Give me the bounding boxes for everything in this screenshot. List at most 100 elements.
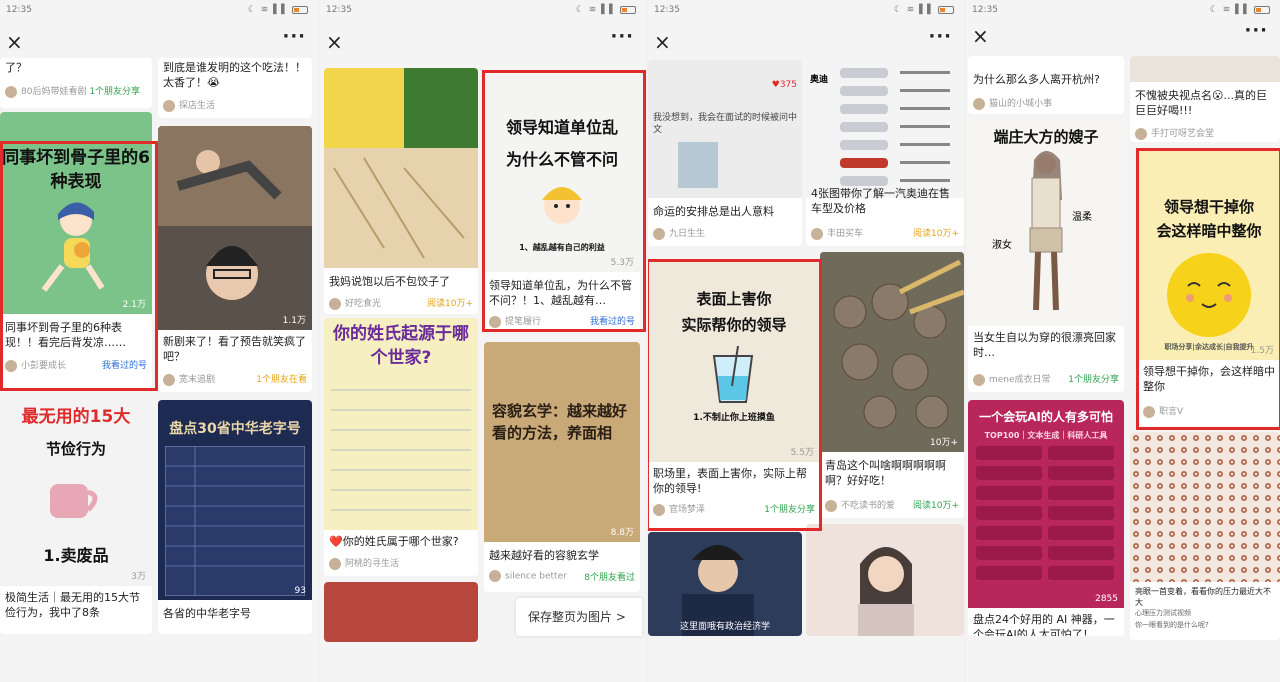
card-meta: 提笔履行 我看过的号 [489,314,635,328]
close-icon[interactable]: × [326,30,343,54]
card-meta: 手打可呀艺会堂 [1135,126,1275,140]
card-image: 你的姓氏起源于哪个世家? [324,318,478,530]
card-meta: 九日生生 [653,226,797,240]
view-count: 2855 [1095,594,1118,604]
close-icon[interactable]: × [972,24,989,48]
image-subtitle: 节俭行为 [45,440,106,458]
cartoon-girl-illustration [41,202,105,292]
status-bar: 12:35 ☾ ≋ ▌▌ [0,0,318,24]
more-icon[interactable]: ··· [928,26,952,47]
card-image [806,524,964,636]
dumpling-filling-photo [324,68,478,268]
cartoon-face-icon [542,187,582,224]
card-caption: 各省的中华老字号 [163,607,251,620]
feed-card[interactable]: 亮眼一首变着，看看你的压力最近大不大 心理压力测试视频 你一眼看到的是什么呢? [1130,432,1280,640]
feed-card[interactable]: 奥迪 4张图带你了解一汽奥迪在售车型及价格 丰田买车 阅读10万+ [806,60,964,246]
view-count: 8.8万 [610,528,634,538]
feed-card[interactable]: 容貌玄学：越来越好看的方法，养面相 8.8万 越来越好看的容貌玄学 silenc… [484,342,640,592]
image-title: 最无用的15大 [21,407,131,427]
feed-card[interactable]: 你的姓氏起源于哪个世家? ❤️你的姓氏属于哪个世家? 阿桃的寻生活 [324,318,478,576]
card-caption: 青岛这个叫啥啊啊啊啊啊啊？好好吃！ [825,459,946,487]
card-meta: 猫山的小城小事 [973,96,1119,110]
status-time: 12:35 [6,5,32,15]
top-nav: × ··· [966,20,1280,52]
status-time: 12:35 [326,5,352,15]
card-meta: 不吃读书的爱 阅读10万+ [825,498,959,512]
image-text: 1、越乱越有自己的利益 [519,243,605,252]
feed-card[interactable]: 了？ 80后妈带娃看剧 1个朋友分享 [0,58,152,108]
feed-card[interactable]: 10万+ 青岛这个叫啥啊啊啊啊啊啊？好好吃！ 不吃读书的爱 阅读10万+ [820,252,964,518]
more-icon[interactable]: ··· [282,26,306,47]
card-meta: 好吃食光 阅读10万+ [329,296,473,310]
avatar [973,97,985,110]
card-meta: 80后妈带娃看剧 1个朋友分享 [5,84,147,98]
water-glass-icon [712,346,754,403]
status-time: 12:35 [972,5,998,15]
more-icon[interactable]: ··· [1244,20,1268,41]
status-icons: ☾ ≋ ▌▌ [1210,5,1270,15]
feed-card[interactable]: 不愧被央视点名😮...真的巨巨巨好喝!!! 手打可呀艺会堂 [1130,56,1280,142]
avatar [329,297,341,310]
image-title: 端庄大方的嫂子 [993,128,1099,146]
feed-card[interactable]: 同事坏到骨子里的6种表现 2.1万 同事坏到骨子里的6种表现！！看完后背发凉……… [0,112,152,388]
status-bar: 12:35 ☾ ≋ ▌▌ [320,0,646,24]
feed-card[interactable]: 到底是谁发明的这个吃法！！太香了！😭 探店生活 [158,58,312,118]
image-subtitle: 会这样暗中整你 [1156,222,1262,240]
drama-still-photo [158,126,312,330]
close-icon[interactable]: × [6,30,23,54]
feed-card[interactable]: 最无用的15大 节俭行为 1.卖废品 3万 极简生活｜最无用的15大节俭行为，我… [0,394,152,634]
avatar [653,503,665,516]
view-count: 93 [294,586,306,596]
battery-icon [938,5,954,14]
feed-card[interactable]: 一个会玩AI的人有多可怕 TOP100｜文本生成｜科研人工具 2855 盘点24… [968,400,1124,636]
image-title: 表面上害你 [696,290,772,308]
feed-card[interactable]: 领导想干掉你 会这样暗中整你 职场分享|余达成长|自我提升 1.5万 领导想干掉… [1138,150,1280,426]
battery-icon [620,5,636,14]
card-meta: 阿桃的寻生活 [329,556,473,570]
status-time: 12:35 [654,5,680,15]
feed-card[interactable]: 表面上害你 实际帮你的领导 1.不制止你上班摸鱼 5.5万 职场里，表面上害你，… [648,262,820,528]
tag-label: 温柔 [1072,212,1092,223]
card-meta: 小彭要成长 我看过的号 [5,358,147,372]
avatar [5,359,17,372]
battery-icon [1254,5,1270,14]
feed-card[interactable]: 1.1万 新剧来了！看了预告就笑疯了吧？ 宽末追剧 1个朋友在看 [158,126,312,392]
card-meta: silence better 8个朋友看过 [489,570,635,584]
view-count: 2.1万 [122,300,146,310]
card-image [1130,56,1280,82]
card-caption: 极简生活｜最无用的15大节俭行为，我中了8条 [5,591,140,619]
car-list-graphic [840,68,950,186]
save-page-as-image-button[interactable]: 保存整页为图片 > [516,598,642,636]
top-nav: × ··· [320,26,646,58]
avatar [489,315,501,328]
image-title: 盘点30省中华老字号 [169,421,301,437]
view-count: 5.5万 [790,448,814,458]
phone-screen-2: 12:35 ☾ ≋ ▌▌ × ··· 我妈说饱以后不包饺子了 好吃食光 阅读10万+ … [320,0,646,682]
feed-card[interactable] [806,524,964,636]
feed-card[interactable]: 盘点30省中华老字号 93 各省的中华老字号 [158,400,312,634]
feed-card[interactable]: 领导知道单位乱 为什么不管不问 1、越乱越有自己的利益 5.3万 领导知道单位乱… [484,72,640,330]
card-meta: mene成衣日常 1个朋友分享 [973,372,1119,386]
feed-card[interactable]: 端庄大方的嫂子 淑女 温柔 当女生自以为穿的很漂亮回家时… mene成衣日常 1个… [968,120,1124,392]
feed-card[interactable]: 我妈说饱以后不包饺子了 好吃食光 阅读10万+ [324,68,478,314]
avatar [825,499,837,512]
close-icon[interactable]: × [654,30,671,54]
card-meta: 官场梦泽 1个朋友分享 [653,502,815,516]
optical-illusion-pattern [1130,432,1280,582]
card-image: 这里面哦有政治经济学 [648,532,802,636]
card-caption: 新剧来了！看了预告就笑疯了吧？ [163,335,306,363]
status-icons: ☾ ≋ ▌▌ [894,5,954,15]
image-title: 一个会玩AI的人有多可怕 [979,410,1113,424]
table-graphic [165,446,305,596]
more-icon[interactable]: ··· [610,26,634,47]
feed-card[interactable]: 这里面哦有政治经济学 [648,532,802,636]
feed-card[interactable] [324,582,478,642]
card-image: 领导想干掉你 会这样暗中整你 职场分享|余达成长|自我提升 1.5万 [1138,150,1280,360]
feed-card[interactable]: ♥375 我没想到，我会在面试的时候被问中文 命运的安排总是出人意料 九日生生 [648,60,802,246]
card-caption: 盘点24个好用的 AI 神器，一个会玩AI的人太可怕了！ [973,613,1115,636]
view-count: 1.1万 [282,316,306,326]
card-caption: 为什么那么多人离开杭州? [973,73,1100,86]
avatar [1143,405,1155,418]
feed-card[interactable]: 为什么那么多人离开杭州? 猫山的小城小事 [968,56,1124,114]
phone-screen-3: 12:35 ☾ ≋ ▌▌ × ··· ♥375 我没想到，我会在面试的时候被问中文 … [648,0,964,682]
